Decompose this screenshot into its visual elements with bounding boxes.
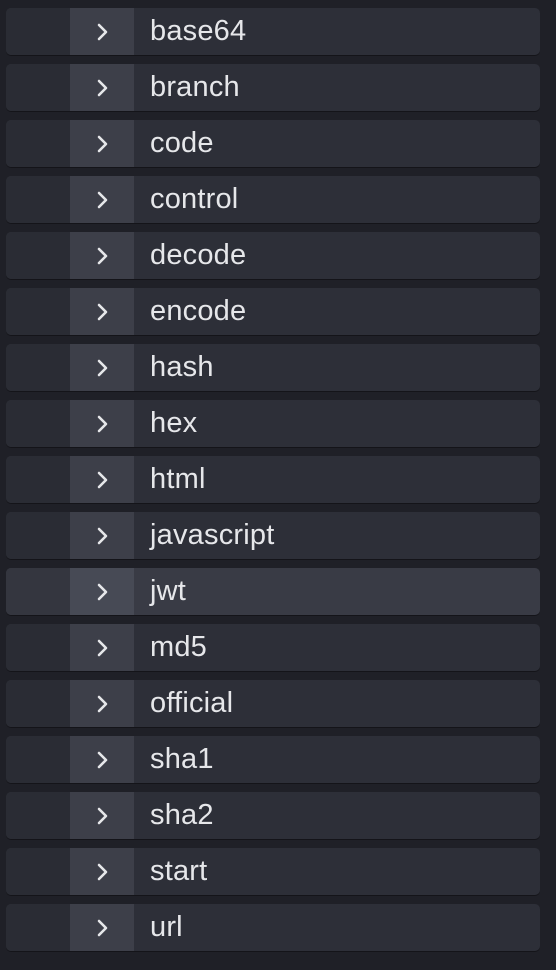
list-item-label: decode (150, 239, 247, 271)
expand-toggle[interactable] (70, 792, 134, 839)
expand-toggle[interactable] (70, 400, 134, 447)
chevron-right-icon (97, 527, 108, 544)
list-item-javascript[interactable]: javascript (6, 512, 540, 559)
row-lead (6, 624, 70, 671)
row-lead (6, 512, 70, 559)
list-item-label: official (150, 687, 234, 719)
chevron-right-icon (97, 191, 108, 208)
list-item-label: encode (150, 295, 247, 327)
list-item-label: base64 (150, 15, 247, 47)
chevron-right-icon (97, 79, 108, 96)
list-item-start[interactable]: start (6, 848, 540, 895)
row-lead (6, 736, 70, 783)
list-item-label: sha1 (150, 743, 214, 775)
chevron-right-icon (97, 639, 108, 656)
list-item-label: jwt (150, 575, 187, 607)
list-item-sha1[interactable]: sha1 (6, 736, 540, 783)
expand-toggle[interactable] (70, 624, 134, 671)
chevron-right-icon (97, 695, 108, 712)
list-item-label: hex (150, 407, 198, 439)
row-lead (6, 8, 70, 55)
expand-toggle[interactable] (70, 736, 134, 783)
chevron-right-icon (97, 23, 108, 40)
chevron-right-icon (97, 919, 108, 936)
list-item-label: branch (150, 71, 240, 103)
list-item-sha2[interactable]: sha2 (6, 792, 540, 839)
row-lead (6, 344, 70, 391)
expand-toggle[interactable] (70, 120, 134, 167)
list-item-encode[interactable]: encode (6, 288, 540, 335)
row-lead (6, 680, 70, 727)
chevron-right-icon (97, 807, 108, 824)
row-lead (6, 848, 70, 895)
list-item-label: md5 (150, 631, 208, 663)
row-lead (6, 176, 70, 223)
expand-toggle[interactable] (70, 8, 134, 55)
list-item-branch[interactable]: branch (6, 64, 540, 111)
chevron-right-icon (97, 415, 108, 432)
expand-toggle[interactable] (70, 344, 134, 391)
expand-toggle[interactable] (70, 512, 134, 559)
row-lead (6, 400, 70, 447)
row-lead (6, 792, 70, 839)
list-item-label: url (150, 911, 183, 943)
chevron-right-icon (97, 135, 108, 152)
list-item-official[interactable]: official (6, 680, 540, 727)
list-item-url[interactable]: url (6, 904, 540, 951)
row-lead (6, 64, 70, 111)
list-item-control[interactable]: control (6, 176, 540, 223)
list-item-label: hash (150, 351, 214, 383)
row-lead (6, 288, 70, 335)
list-item-decode[interactable]: decode (6, 232, 540, 279)
row-lead (6, 232, 70, 279)
expand-toggle[interactable] (70, 64, 134, 111)
list-item-html[interactable]: html (6, 456, 540, 503)
row-lead (6, 568, 70, 615)
chevron-right-icon (97, 247, 108, 264)
chevron-right-icon (97, 863, 108, 880)
list-item-label: sha2 (150, 799, 214, 831)
row-lead (6, 904, 70, 951)
chevron-right-icon (97, 471, 108, 488)
chevron-right-icon (97, 751, 108, 768)
list-item-code[interactable]: code (6, 120, 540, 167)
list-item-md5[interactable]: md5 (6, 624, 540, 671)
list-item-base64[interactable]: base64 (6, 8, 540, 55)
chevron-right-icon (97, 583, 108, 600)
list-item-label: javascript (150, 519, 275, 551)
list-item-jwt[interactable]: jwt (6, 568, 540, 615)
list-item-label: start (150, 855, 208, 887)
chevron-right-icon (97, 303, 108, 320)
list-item-label: html (150, 463, 206, 495)
chevron-right-icon (97, 359, 108, 376)
list-item-hex[interactable]: hex (6, 400, 540, 447)
expand-toggle[interactable] (70, 568, 134, 615)
row-lead (6, 120, 70, 167)
list-item-label: control (150, 183, 239, 215)
expand-toggle[interactable] (70, 904, 134, 951)
row-lead (6, 456, 70, 503)
expand-toggle[interactable] (70, 848, 134, 895)
list-item-label: code (150, 127, 214, 159)
expand-toggle[interactable] (70, 680, 134, 727)
expand-toggle[interactable] (70, 288, 134, 335)
expand-toggle[interactable] (70, 232, 134, 279)
list-item-hash[interactable]: hash (6, 344, 540, 391)
expand-toggle[interactable] (70, 176, 134, 223)
expand-toggle[interactable] (70, 456, 134, 503)
